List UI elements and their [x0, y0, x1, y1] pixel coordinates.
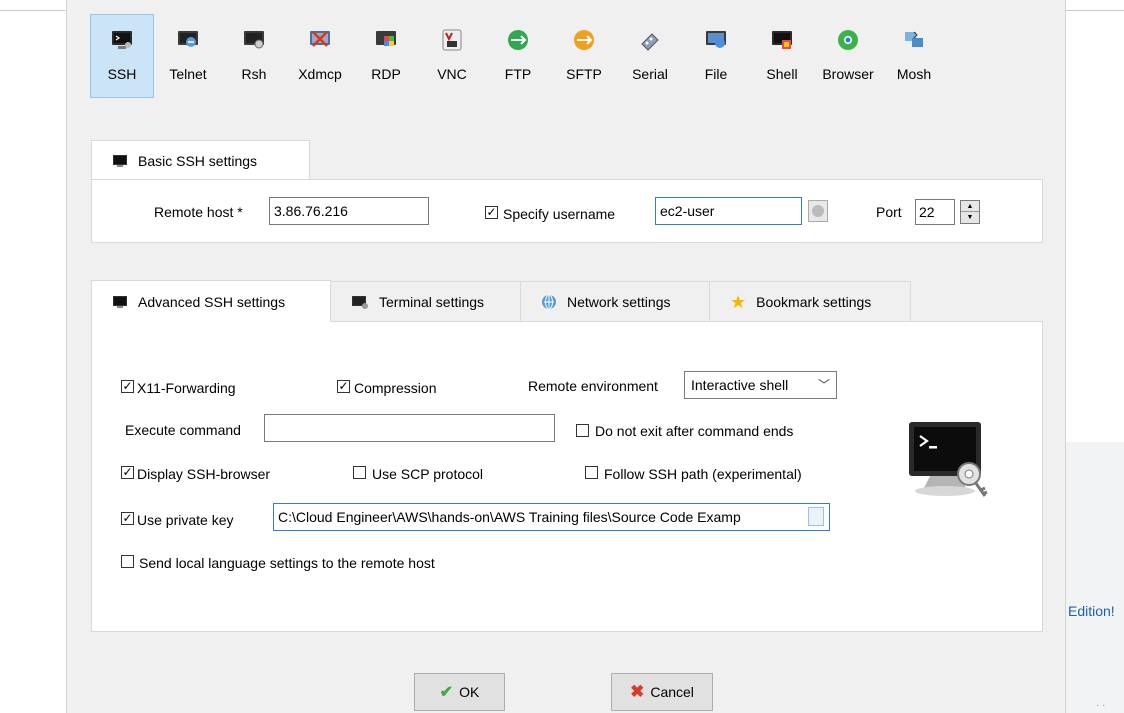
- rdp-icon: [374, 28, 398, 52]
- compression-checkbox[interactable]: ✓: [337, 380, 350, 393]
- browser-icon: [836, 28, 860, 52]
- session-type-sftp[interactable]: SFTP: [552, 14, 616, 98]
- stepper-up-icon[interactable]: ▲: [961, 201, 979, 212]
- session-type-shell[interactable]: Shell: [750, 14, 814, 98]
- mosh-icon: [902, 28, 926, 52]
- session-type-mosh[interactable]: Mosh: [882, 14, 946, 98]
- tab-basic-ssh-settings[interactable]: Basic SSH settings: [91, 140, 310, 180]
- background-dots: · ·: [1096, 700, 1106, 711]
- tab-label: Network settings: [567, 293, 671, 310]
- execute-command-input[interactable]: [264, 414, 555, 442]
- ssh-illustration-icon: [905, 416, 995, 506]
- username-input[interactable]: ec2-user: [655, 197, 802, 225]
- star-icon: ★: [730, 291, 747, 312]
- follow-ssh-path-checkbox[interactable]: [585, 466, 598, 479]
- session-settings-dialog: SSH Telnet Rsh Xdmcp RDP VNC FTP SFTP Se…: [66, 0, 1066, 713]
- session-type-rsh[interactable]: Rsh: [222, 14, 286, 98]
- stepper-down-icon[interactable]: ▼: [961, 212, 979, 223]
- session-type-ssh[interactable]: SSH: [90, 14, 154, 98]
- session-type-serial[interactable]: Serial: [618, 14, 682, 98]
- remote-host-input[interactable]: 3.86.76.216: [269, 197, 429, 225]
- background-edition-link[interactable]: Edition!: [1068, 603, 1115, 619]
- tab-advanced-ssh-settings[interactable]: Advanced SSH settings: [91, 280, 331, 322]
- use-scp-label: Use SCP protocol: [372, 466, 484, 482]
- cancel-button[interactable]: ✖ Cancel: [611, 673, 713, 711]
- user-lookup-button[interactable]: [808, 200, 828, 222]
- vnc-icon: [440, 28, 464, 52]
- send-locale-label: Send local language settings to the remo…: [139, 555, 435, 571]
- display-ssh-browser-checkbox[interactable]: ✓: [121, 466, 134, 479]
- session-type-browser[interactable]: Browser: [816, 14, 880, 98]
- ok-button[interactable]: ✔ OK: [414, 673, 505, 711]
- tab-label: Advanced SSH settings: [138, 293, 286, 310]
- session-type-rdp[interactable]: RDP: [354, 14, 418, 98]
- execute-command-label: Execute command: [125, 422, 241, 438]
- private-key-path-input[interactable]: C:\Cloud Engineer\AWS\hands-on\AWS Train…: [273, 503, 830, 531]
- advanced-settings-panel: ✓ X11-Forwarding ✓ Compression Remote en…: [91, 321, 1043, 632]
- serial-icon: [638, 28, 662, 52]
- session-type-file[interactable]: File: [684, 14, 748, 98]
- tab-bookmark-settings[interactable]: ★ Bookmark settings: [709, 281, 911, 321]
- xdmcp-icon: [308, 28, 332, 52]
- session-type-vnc[interactable]: VNC: [420, 14, 484, 98]
- network-icon: [541, 294, 557, 310]
- background-panel: [1066, 442, 1124, 713]
- send-locale-checkbox[interactable]: [121, 555, 134, 568]
- session-type-ftp[interactable]: FTP: [486, 14, 550, 98]
- file-icon: [704, 28, 728, 52]
- background-divider: [0, 10, 68, 11]
- user-icon: [812, 205, 824, 217]
- use-scp-checkbox[interactable]: [353, 466, 366, 479]
- compression-label: Compression: [354, 380, 437, 396]
- remote-environment-label: Remote environment: [528, 378, 658, 394]
- follow-ssh-path-label: Follow SSH path (experimental): [604, 466, 802, 482]
- background-divider: [1066, 10, 1124, 11]
- port-input[interactable]: 22: [915, 199, 955, 225]
- port-stepper[interactable]: ▲ ▼: [960, 200, 980, 224]
- tab-network-settings[interactable]: Network settings: [520, 281, 710, 321]
- port-label: Port: [876, 204, 902, 220]
- specify-username-label: Specify username: [503, 206, 616, 222]
- tab-label: Bookmark settings: [756, 293, 872, 310]
- x11-forwarding-checkbox[interactable]: ✓: [121, 380, 134, 393]
- session-type-xdmcp[interactable]: Xdmcp: [288, 14, 352, 98]
- specify-username-checkbox[interactable]: ✓: [485, 206, 498, 219]
- rsh-icon: [242, 28, 266, 52]
- do-not-exit-label: Do not exit after command ends: [595, 423, 794, 439]
- tab-terminal-settings[interactable]: Terminal settings: [330, 281, 521, 321]
- terminal-icon: [112, 153, 128, 169]
- ftp-icon: [506, 28, 530, 52]
- do-not-exit-checkbox[interactable]: [576, 424, 589, 437]
- cancel-icon: ✖: [630, 682, 645, 701]
- session-type-telnet[interactable]: Telnet: [156, 14, 220, 98]
- checkmark-icon: ✔: [439, 684, 454, 701]
- basic-settings-panel: Remote host * 3.86.76.216 ✓ Specify user…: [91, 179, 1043, 243]
- display-ssh-browser-label: Display SSH-browser: [137, 466, 271, 482]
- shell-icon: [770, 28, 794, 52]
- private-key-path-value: C:\Cloud Engineer\AWS\hands-on\AWS Train…: [278, 509, 741, 525]
- ssh-icon: [110, 28, 134, 52]
- remote-host-label: Remote host *: [154, 204, 243, 220]
- tab-label: Terminal settings: [379, 293, 485, 310]
- tab-label: Basic SSH settings: [138, 152, 258, 169]
- cancel-label: Cancel: [650, 684, 694, 700]
- sftp-icon: [572, 28, 596, 52]
- terminal-settings-icon: [351, 294, 369, 310]
- browse-file-icon[interactable]: [808, 507, 824, 526]
- terminal-icon: [112, 294, 128, 310]
- chevron-down-icon: ﹀: [817, 378, 830, 392]
- remote-environment-select[interactable]: Interactive shell ﹀: [684, 371, 837, 399]
- remote-environment-value: Interactive shell: [691, 377, 789, 393]
- use-private-key-label: Use private key: [137, 512, 234, 528]
- ok-label: OK: [459, 684, 480, 700]
- use-private-key-checkbox[interactable]: ✓: [121, 512, 134, 525]
- x11-forwarding-label: X11-Forwarding: [137, 380, 236, 396]
- telnet-icon: [176, 28, 200, 52]
